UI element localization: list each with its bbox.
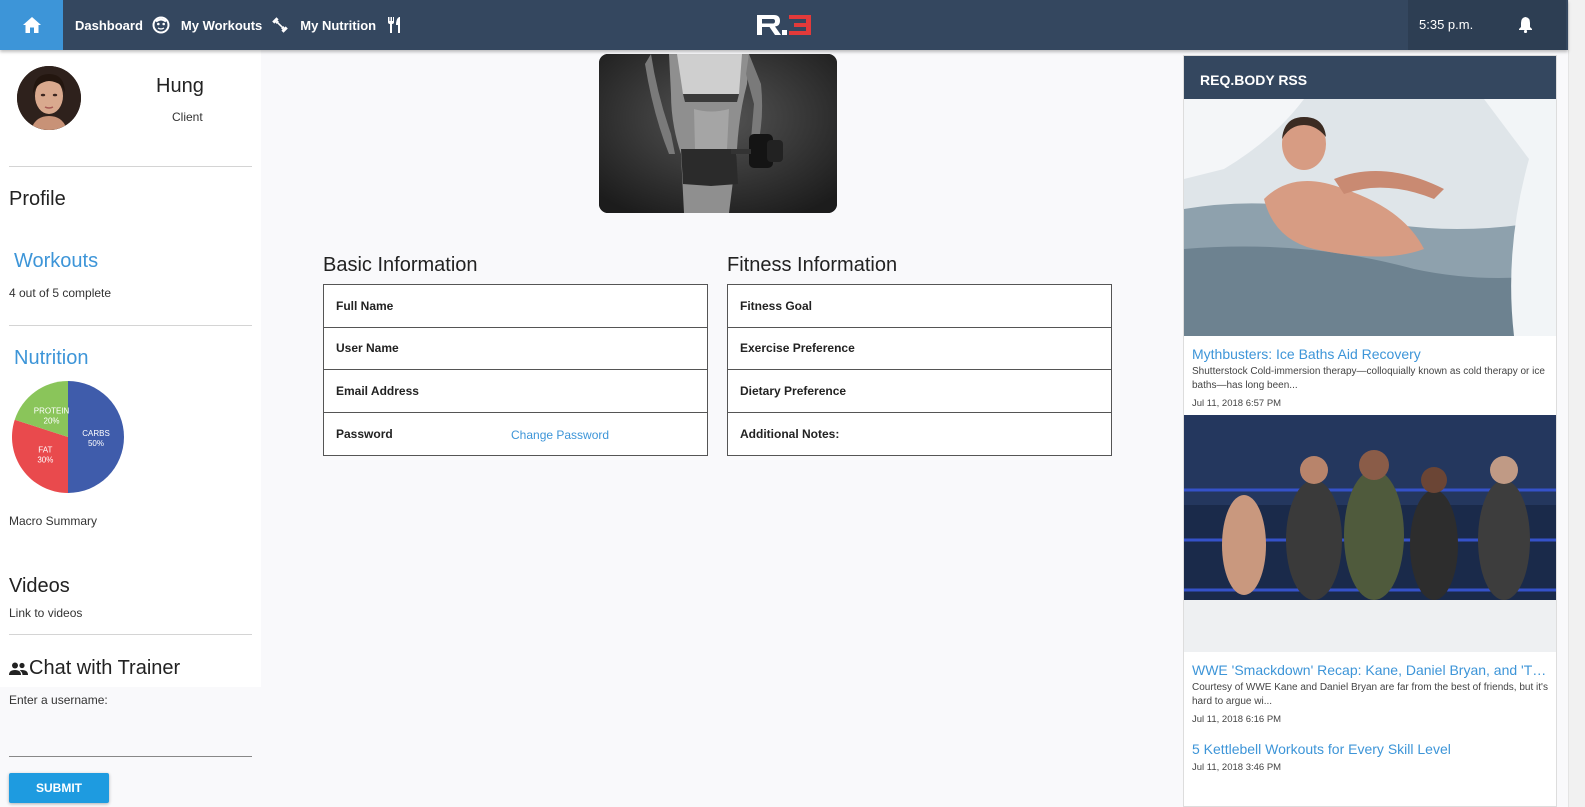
dumbbell-icon[interactable] bbox=[270, 15, 290, 35]
nav-dashboard[interactable]: Dashboard bbox=[75, 18, 143, 33]
home-button[interactable] bbox=[0, 0, 63, 50]
user-name: Hung bbox=[156, 75, 204, 97]
pie-label-protein: PROTEIN bbox=[34, 406, 70, 415]
submit-button[interactable]: SUBMIT bbox=[9, 773, 109, 803]
row-label: Additional Notes: bbox=[740, 426, 840, 441]
rss-panel: REQ.BODY RSS Mythbusters: Ice Baths Aid … bbox=[1183, 55, 1557, 807]
table-row: Exercise Preference bbox=[728, 328, 1111, 370]
user-role: Client bbox=[172, 110, 203, 124]
face-icon[interactable] bbox=[151, 15, 171, 35]
macro-pie-chart: CARBS 50% FAT 30% PROTEIN 20% bbox=[10, 379, 126, 495]
people-icon bbox=[9, 662, 28, 675]
rss-item-date: Jul 11, 2018 6:16 PM bbox=[1192, 714, 1282, 725]
utensils-icon[interactable] bbox=[384, 15, 404, 35]
workouts-link[interactable]: Workouts bbox=[14, 250, 98, 273]
app-logo[interactable] bbox=[756, 13, 812, 37]
rss-item-title[interactable]: WWE 'Smackdown' Recap: Kane, Daniel Brya… bbox=[1184, 662, 1556, 678]
table-row: User Name bbox=[324, 328, 707, 370]
row-label: Password bbox=[336, 426, 393, 441]
table-row: Email Address bbox=[324, 370, 707, 413]
current-time: 5:35 p.m. bbox=[1419, 17, 1474, 32]
table-row: Dietary Preference bbox=[728, 370, 1111, 413]
rss-image-ice-bath[interactable] bbox=[1184, 99, 1556, 336]
hero-image bbox=[599, 54, 837, 213]
chat-with-trainer-heading: Chat with Trainer bbox=[9, 657, 180, 680]
videos-link[interactable]: Link to videos bbox=[9, 606, 82, 620]
change-password-link[interactable]: Change Password bbox=[511, 428, 609, 442]
row-label: User Name bbox=[336, 341, 399, 356]
pie-label-carbs: CARBS bbox=[82, 429, 110, 438]
workouts-progress: 4 out of 5 complete bbox=[9, 286, 112, 300]
chat-username-input[interactable] bbox=[9, 712, 252, 757]
table-row: Full Name bbox=[324, 285, 707, 328]
pie-label-fat: FAT bbox=[38, 445, 52, 454]
fitness-info-heading: Fitness Information bbox=[727, 254, 898, 276]
divider bbox=[9, 634, 252, 635]
table-row: Password Change Password bbox=[324, 413, 707, 456]
row-label: Exercise Preference bbox=[740, 341, 855, 356]
profile-heading[interactable]: Profile bbox=[9, 188, 66, 211]
table-row: Additional Notes: bbox=[728, 413, 1111, 456]
nav-my-nutrition[interactable]: My Nutrition bbox=[300, 18, 376, 33]
basic-info-heading: Basic Information bbox=[323, 254, 478, 276]
rss-item-title[interactable]: 5 Kettlebell Workouts for Every Skill Le… bbox=[1184, 741, 1556, 757]
bell-icon[interactable] bbox=[1518, 16, 1533, 38]
videos-heading[interactable]: Videos bbox=[9, 575, 70, 598]
fitness-info-table: Fitness Goal Exercise Preference Dietary… bbox=[727, 284, 1112, 456]
chat-title-text: Chat with Trainer bbox=[29, 657, 181, 679]
row-label: Fitness Goal bbox=[740, 298, 813, 313]
top-navbar: Dashboard My Workouts My Nutrition 5:35 … bbox=[0, 0, 1568, 50]
home-icon bbox=[22, 17, 41, 33]
rss-title: REQ.BODY RSS bbox=[1184, 56, 1556, 99]
pie-value-fat: 30% bbox=[37, 455, 53, 464]
basic-info-table: Full Name User Name Email Address Passwo… bbox=[323, 284, 708, 456]
rss-item-description: Courtesy of WWE Kane and Daniel Bryan ar… bbox=[1192, 682, 1548, 707]
nav-my-workouts[interactable]: My Workouts bbox=[181, 18, 262, 33]
rss-item-title[interactable]: Mythbusters: Ice Baths Aid Recovery bbox=[1184, 346, 1556, 362]
row-label: Dietary Preference bbox=[740, 383, 847, 398]
row-label: Email Address bbox=[336, 383, 419, 398]
main-nav: Dashboard My Workouts My Nutrition bbox=[75, 0, 414, 50]
pie-value-protein: 20% bbox=[44, 416, 60, 425]
nutrition-link[interactable]: Nutrition bbox=[14, 347, 88, 370]
rss-image-wwe[interactable] bbox=[1184, 415, 1556, 652]
rss-item-date: Jul 11, 2018 3:46 PM bbox=[1192, 762, 1282, 773]
divider bbox=[9, 325, 252, 326]
avatar[interactable] bbox=[17, 66, 81, 130]
rss-item-date: Jul 11, 2018 6:57 PM bbox=[1192, 398, 1282, 409]
rss-item-description: Shutterstock Cold-immersion therapy—coll… bbox=[1192, 366, 1545, 391]
table-row: Fitness Goal bbox=[728, 285, 1111, 328]
pie-value-carbs: 50% bbox=[88, 439, 104, 448]
divider bbox=[9, 166, 252, 167]
chat-username-label: Enter a username: bbox=[9, 693, 108, 707]
clock-area: 5:35 p.m. bbox=[1408, 0, 1566, 50]
macro-summary-label: Macro Summary bbox=[9, 514, 98, 528]
row-label: Full Name bbox=[336, 298, 394, 313]
scrollbar[interactable] bbox=[1568, 0, 1585, 807]
